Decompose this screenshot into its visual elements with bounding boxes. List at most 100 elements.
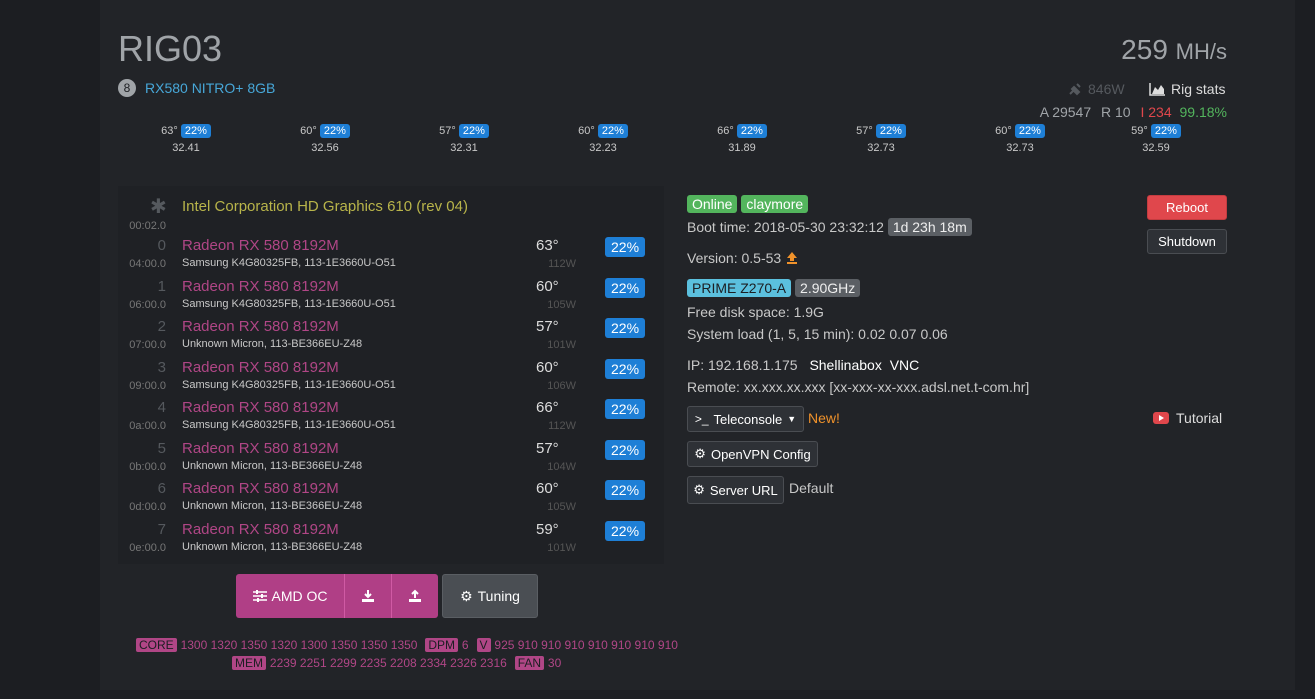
gpu-memory: Samsung K4G80325FB, 113-1E3660U-O51 [182, 257, 396, 269]
summary-gpu-temp: 60° [300, 125, 317, 137]
teleconsole-label: Teleconsole [713, 411, 783, 427]
summary-gpu-fan: 22% [736, 124, 767, 138]
ip-address: IP: 192.168.1.175 [687, 357, 798, 373]
summary-gpu-7: 59° 22% 32.59 [1106, 124, 1206, 154]
gpu-power: 105W [547, 299, 576, 311]
amd-oc-button[interactable]: AMD OC [236, 574, 345, 618]
gpu-model: RX580 NITRO+ 8GB [145, 80, 276, 96]
gpu-fan: 22% [605, 278, 646, 298]
hardware-line: PRIME Z270-A 2.90GHz [687, 279, 861, 297]
gpu-fan: 22% [605, 237, 646, 257]
summary-gpu-temp: 60° [578, 125, 595, 137]
gear-icon: ⚙ [693, 482, 705, 497]
oc-core-line: CORE 1300 1320 1350 1320 1300 1350 1350 … [136, 636, 678, 652]
summary-gpu-fan: 22% [597, 124, 628, 138]
reboot-button[interactable]: Reboot [1147, 195, 1227, 220]
summary-gpu-fan: 22% [1014, 124, 1045, 138]
gpu-name: Radeon RX 580 8192M [182, 237, 339, 254]
upgrade-icon[interactable] [785, 251, 799, 265]
sliders-icon [252, 590, 267, 602]
dpm-tag: DPM [425, 638, 459, 652]
download-oc-button[interactable] [345, 574, 392, 618]
igpu-name: Intel Corporation HD Graphics 610 (rev 0… [182, 198, 468, 215]
gpu-index: 0 [157, 237, 166, 254]
summary-gpu-3: 60° 22% 32.23 [553, 124, 653, 154]
rig-name: RIG03 [118, 28, 223, 69]
summary-gpu-hash: 32.23 [589, 142, 617, 154]
gpu-index: 1 [157, 278, 166, 295]
gpu-fan: 22% [605, 318, 646, 338]
summary-gpu-temp: 66° [717, 125, 734, 137]
vnc-link[interactable]: VNC [890, 357, 920, 373]
gpu-name: Radeon RX 580 8192M [182, 278, 339, 295]
core-values: 1300 1320 1350 1320 1300 1350 1350 1350 [180, 638, 418, 652]
igpu-bus: 00:02.0 [129, 220, 166, 232]
gpu-name: Radeon RX 580 8192M [182, 480, 339, 497]
tutorial-link[interactable]: Tutorial [1153, 410, 1222, 426]
gpu-row: 1 06:00.0 Radeon RX 580 8192M Samsung K4… [120, 278, 660, 318]
gpu-power: 105W [547, 501, 576, 513]
gpu-name: Radeon RX 580 8192M [182, 318, 339, 335]
hashrate: 259 MH/s [1121, 34, 1227, 66]
summary-gpu-fan: 22% [319, 124, 350, 138]
amd-oc-button-group: AMD OC [236, 574, 438, 618]
fan-tag: FAN [514, 656, 545, 670]
gpu-index: 2 [157, 318, 166, 335]
tuning-button[interactable]: ⚙ Tuning [442, 574, 538, 618]
gpu-temp: 57° [536, 318, 559, 335]
server-url-button[interactable]: ⚙ Server URL [687, 476, 784, 504]
gpu-temp: 63° [536, 237, 559, 254]
openvpn-config-button[interactable]: ⚙ OpenVPN Config [687, 441, 818, 467]
gpu-index: 6 [157, 480, 166, 497]
new-label: New! [808, 410, 840, 426]
upload-icon [408, 589, 422, 603]
gpu-fan: 22% [605, 521, 646, 541]
gpu-bus: 0b:00.0 [129, 461, 166, 473]
igpu-row: ✱ 00:02.0 Intel Corporation HD Graphics … [120, 196, 660, 236]
reboot-label: Reboot [1166, 200, 1208, 215]
upload-oc-button[interactable] [392, 574, 438, 618]
teleconsole-dropdown[interactable]: >_ Teleconsole ▼ [687, 406, 804, 432]
gpu-memory: Unknown Micron, 113-BE366EU-Z48 [182, 541, 363, 553]
accepted-shares: A 29547 [1039, 104, 1092, 120]
shutdown-button[interactable]: Shutdown [1147, 229, 1227, 254]
mem-values: 2239 2251 2299 2235 2208 2334 2326 2316 [269, 656, 507, 670]
amd-oc-label: AMD OC [271, 588, 328, 604]
gpu-memory: Samsung K4G80325FB, 113-1E3660U-O51 [182, 419, 396, 431]
gpu-temp: 60° [536, 359, 559, 376]
shellinabox-link[interactable]: Shellinabox [809, 357, 881, 373]
hashrate-unit: MH/s [1175, 39, 1227, 64]
gpu-power: 112W [548, 258, 576, 270]
summary-gpu-fan: 22% [458, 124, 489, 138]
remote-address: Remote: xx.xxx.xx.xxx [xx-xxx-xx-xxx.ads… [687, 379, 1030, 395]
openvpn-label: OpenVPN Config [710, 446, 811, 462]
summary-gpu-2: 57° 22% 32.31 [414, 124, 514, 154]
gpu-memory: Samsung K4G80325FB, 113-1E3660U-O51 [182, 298, 396, 310]
tuning-label: Tuning [477, 588, 520, 604]
gpu-fan: 22% [605, 399, 646, 419]
rejected-shares: R 10 [1101, 104, 1131, 120]
gpu-power: 101W [547, 339, 576, 351]
version: Version: 0.5-53 [687, 250, 782, 266]
summary-gpu-hash: 32.73 [1006, 142, 1034, 154]
gpu-row: 2 07:00.0 Radeon RX 580 8192M Unknown Mi… [120, 318, 660, 358]
rig-stats-link[interactable]: Rig stats [1149, 81, 1225, 97]
summary-gpu-temp: 60° [995, 125, 1012, 137]
summary-gpu-temp: 57° [439, 125, 456, 137]
miner-badge: claymore [741, 195, 809, 213]
summary-gpu-hash: 32.73 [867, 142, 895, 154]
gpu-row: 7 0e:00.0 Radeon RX 580 8192M Unknown Mi… [120, 521, 660, 561]
gpu-bus: 0a:00.0 [129, 420, 166, 432]
fan-value: 30 [547, 656, 562, 670]
gpu-temp: 60° [536, 278, 559, 295]
share-stats: A 29547 R 10 I 234 99.18% [1040, 104, 1227, 120]
gpu-memory: Unknown Micron, 113-BE366EU-Z48 [182, 460, 363, 472]
status-line: Online claymore [687, 195, 809, 213]
summary-gpu-fan: 22% [180, 124, 211, 138]
cpu-freq-badge: 2.90GHz [795, 279, 861, 297]
gpu-power: 104W [547, 461, 576, 473]
gpu-bus: 04:00.0 [129, 258, 166, 270]
gpu-count-badge: 8 [118, 79, 136, 97]
gpu-row: 0 04:00.0 Radeon RX 580 8192M Samsung K4… [120, 237, 660, 277]
gpu-fan: 22% [605, 480, 646, 500]
